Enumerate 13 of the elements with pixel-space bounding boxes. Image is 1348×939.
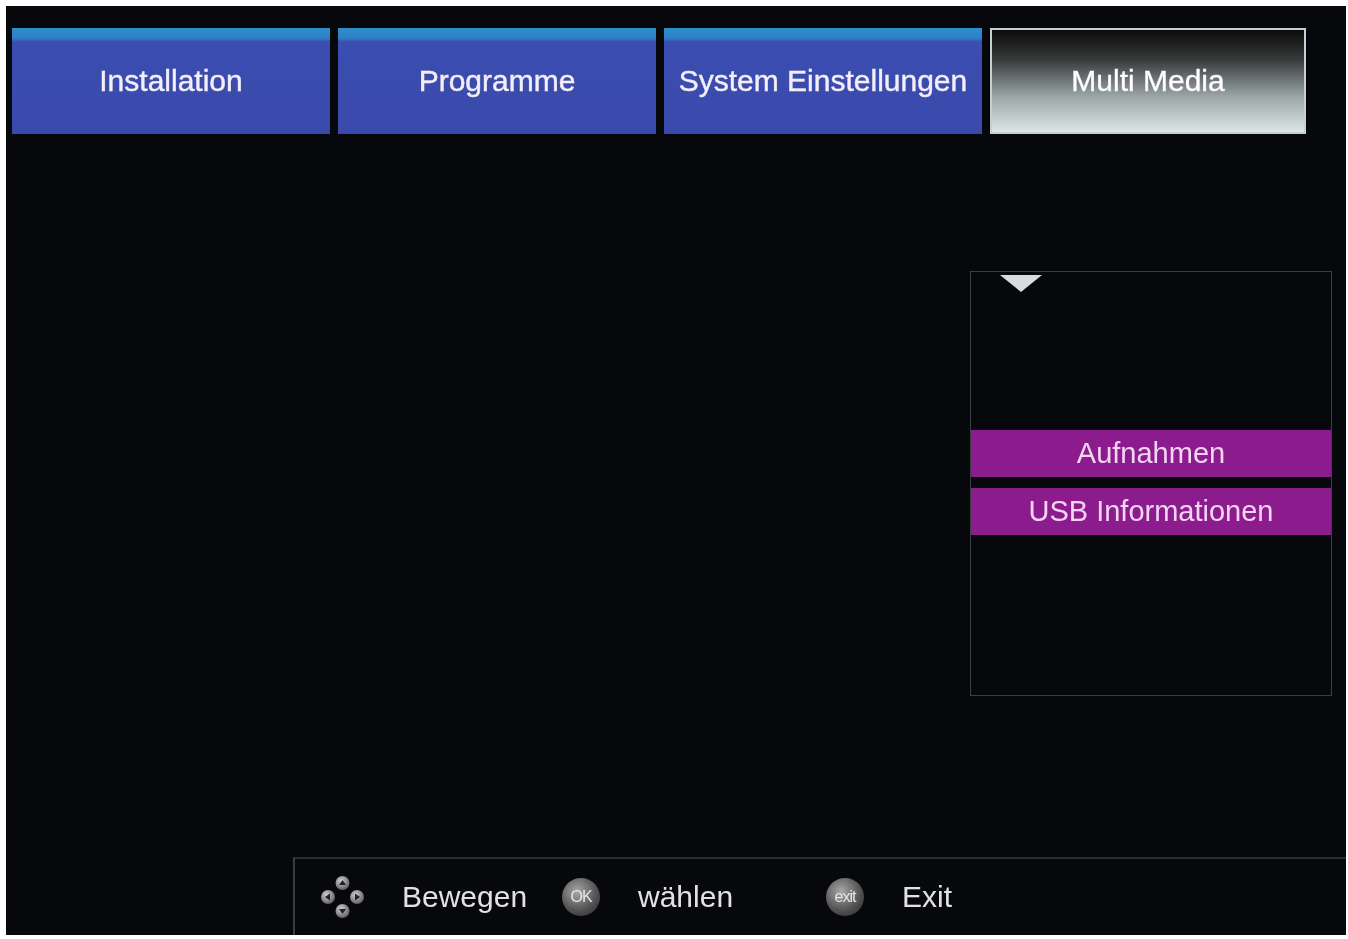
menu-item[interactable]: USB Informationen: [971, 488, 1331, 535]
hint-label: Bewegen: [402, 880, 528, 914]
down-triangle-icon: [1000, 275, 1042, 292]
hint-label: Exit: [902, 880, 952, 914]
menu-tab[interactable]: System Einstellungen: [664, 28, 982, 134]
remote-key: OK: [562, 878, 600, 916]
hint-label: wählen: [638, 880, 734, 914]
remote-key: exit: [826, 878, 864, 916]
arrow-keys-icon: [321, 876, 364, 918]
menu-tab[interactable]: Installation: [12, 28, 330, 134]
menu-item[interactable]: Aufnahmen: [971, 430, 1331, 477]
menu-tab[interactable]: Programme: [338, 28, 656, 134]
menu-tab[interactable]: Multi Media: [990, 28, 1306, 134]
